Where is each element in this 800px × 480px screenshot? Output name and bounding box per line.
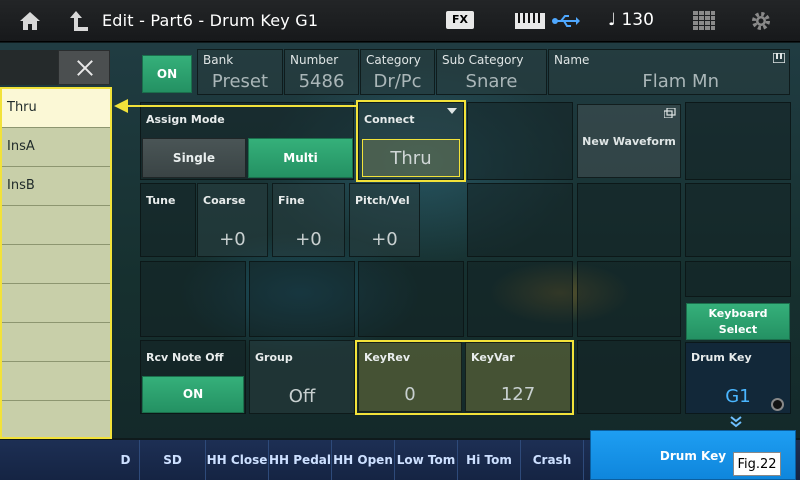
figure-label: Fig.22 — [733, 452, 781, 476]
category-label: Category — [366, 53, 421, 67]
tab-hh-close[interactable]: HH Close — [206, 440, 269, 480]
assign-mode-label: Assign Mode — [146, 113, 225, 126]
fx-badge[interactable]: FX — [446, 11, 474, 29]
tab-hi-tom[interactable]: Hi Tom — [458, 440, 521, 480]
list-item[interactable] — [2, 362, 110, 401]
data-dial-indicator — [771, 398, 784, 411]
rcv-note-off-label: Rcv Note Off — [146, 351, 224, 364]
fine-label: Fine — [278, 194, 305, 207]
key-rev-var-highlight — [355, 340, 574, 415]
annotation-arrow-head — [114, 99, 128, 113]
list-item[interactable]: InsB — [2, 167, 110, 206]
connect-options-list[interactable]: Thru InsA InsB — [0, 87, 112, 439]
tab-d[interactable]: D — [112, 440, 140, 480]
list-item[interactable] — [2, 206, 110, 245]
pitch-vel-field[interactable]: Pitch/Vel +0 — [349, 183, 420, 257]
empty-cell-a — [467, 102, 573, 180]
gear-icon[interactable] — [750, 10, 772, 32]
back-up-icon[interactable] — [68, 9, 90, 33]
sub-category-label: Sub Category — [442, 53, 524, 67]
tab-crash[interactable]: Crash — [521, 440, 584, 480]
sub-category-field[interactable]: Sub Category Snare — [436, 49, 547, 95]
number-field[interactable]: Number 5486 — [284, 49, 359, 95]
tempo-display[interactable]: ♩ 130 — [608, 10, 654, 30]
connect-highlight — [356, 100, 466, 182]
top-bar: Edit - Part6 - Drum Key G1 FX ♩ 130 — [0, 0, 800, 42]
home-icon[interactable] — [18, 9, 42, 33]
bank-value: Preset — [211, 71, 269, 92]
pitch-vel-value: +0 — [371, 229, 398, 250]
new-waveform-label: New Waveform — [582, 135, 676, 148]
bank-field[interactable]: Bank Preset — [197, 49, 283, 95]
number-label: Number — [290, 53, 339, 67]
list-header-strip — [0, 50, 58, 85]
keyboard-select-label: Keyboard Select — [708, 307, 768, 336]
fine-value: +0 — [295, 229, 322, 250]
fine-field[interactable]: Fine +0 — [272, 183, 345, 257]
coarse-label: Coarse — [203, 194, 246, 207]
empty-cell-g — [249, 261, 355, 337]
assign-multi-button[interactable]: Multi — [248, 138, 353, 178]
tab-hh-open[interactable]: HH Open — [332, 440, 395, 480]
page-title: Edit - Part6 - Drum Key G1 — [102, 11, 319, 30]
name-field[interactable]: Name Flam Mn — [548, 49, 790, 95]
group-value: Off — [288, 386, 316, 407]
empty-cell-e — [685, 183, 791, 257]
list-item[interactable] — [2, 323, 110, 362]
empty-cell-c — [467, 183, 573, 257]
rcv-note-off-button[interactable]: ON — [142, 376, 244, 413]
empty-cell-d — [577, 183, 681, 257]
annotation-arrow-line — [128, 105, 356, 107]
empty-cell-h — [358, 261, 464, 337]
grid-icon[interactable] — [693, 11, 715, 31]
empty-cell-j — [577, 261, 681, 337]
tab-low-tom[interactable]: Low Tom — [395, 440, 458, 480]
sub-category-value: Snare — [465, 71, 518, 92]
empty-cell-k — [685, 261, 791, 297]
tune-panel: Tune — [140, 183, 196, 257]
tab-hh-pedal[interactable]: HH Pedal — [269, 440, 332, 480]
part-on-button[interactable]: ON — [142, 55, 192, 93]
empty-cell-f — [140, 261, 246, 337]
list-item[interactable] — [2, 401, 110, 440]
tune-label: Tune — [146, 194, 176, 207]
keyboard-select-button[interactable]: Keyboard Select — [686, 303, 790, 340]
tempo-value: 130 — [621, 10, 654, 30]
keyboard-icon — [515, 13, 545, 29]
close-list-button[interactable] — [58, 50, 110, 85]
category-field[interactable]: Category Dr/Pc — [360, 49, 435, 95]
name-label: Name — [554, 53, 590, 67]
list-item[interactable] — [2, 284, 110, 323]
name-value: Flam Mn — [642, 71, 719, 92]
list-item[interactable]: Thru — [2, 89, 110, 128]
empty-cell-b — [685, 102, 791, 180]
coarse-field[interactable]: Coarse +0 — [197, 183, 268, 257]
popup-window-icon — [664, 108, 676, 118]
empty-cell-i — [467, 261, 573, 337]
new-waveform-button[interactable]: New Waveform — [577, 104, 681, 178]
pitch-vel-label: Pitch/Vel — [355, 194, 410, 207]
category-value: Dr/Pc — [373, 71, 422, 92]
coarse-value: +0 — [219, 229, 246, 250]
group-label: Group — [255, 351, 293, 364]
keyboard-entry-icon — [773, 53, 785, 63]
tab-sd[interactable]: SD — [140, 440, 206, 480]
note-icon: ♩ — [608, 10, 617, 30]
double-chevron-down-icon — [730, 416, 742, 428]
list-item[interactable]: InsA — [2, 128, 110, 167]
usb-icon — [552, 15, 580, 27]
assign-single-button[interactable]: Single — [142, 138, 246, 178]
empty-cell-l — [577, 340, 681, 414]
group-field[interactable]: Group Off — [249, 340, 355, 414]
list-item[interactable] — [2, 245, 110, 284]
number-value: 5486 — [298, 71, 345, 92]
bank-label: Bank — [203, 53, 234, 67]
close-icon — [77, 60, 93, 76]
drum-key-label: Drum Key — [691, 351, 752, 364]
